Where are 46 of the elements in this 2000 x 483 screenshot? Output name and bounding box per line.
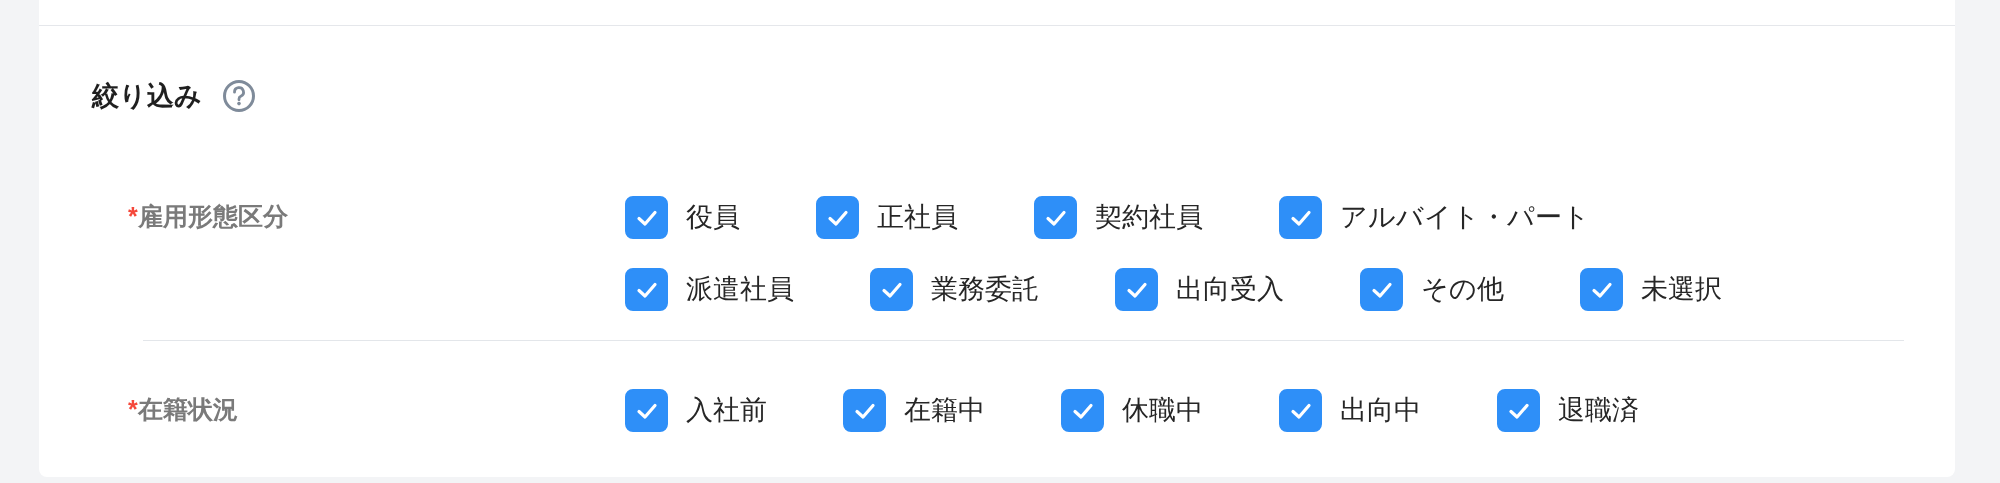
checkbox-option[interactable]: 在籍中 <box>843 389 985 432</box>
checkbox[interactable] <box>1279 196 1322 239</box>
checkbox[interactable] <box>816 196 859 239</box>
checkbox[interactable] <box>1279 389 1322 432</box>
checkbox[interactable] <box>625 196 668 239</box>
checkbox-option[interactable]: 派遣社員 <box>625 268 794 311</box>
option-label: 在籍中 <box>904 394 985 427</box>
option-label: その他 <box>1421 273 1504 306</box>
section-title: 絞り込み <box>92 80 202 113</box>
checkbox[interactable] <box>1061 389 1104 432</box>
checkbox[interactable] <box>1580 268 1623 311</box>
option-label: 契約社員 <box>1095 201 1203 234</box>
checkbox-option[interactable]: 契約社員 <box>1034 196 1203 239</box>
checkbox-option[interactable]: アルバイト・パート <box>1279 196 1590 239</box>
option-label: 役員 <box>686 201 740 234</box>
checkbox-option[interactable]: 出向中 <box>1279 389 1421 432</box>
checkbox[interactable] <box>870 268 913 311</box>
field-label: *在籍状況 <box>128 394 239 425</box>
option-label: アルバイト・パート <box>1340 201 1590 234</box>
option-label: 退職済 <box>1558 394 1639 427</box>
checkbox-option[interactable]: 業務委託 <box>870 268 1039 311</box>
checkbox-option[interactable]: 役員 <box>625 196 740 239</box>
checkbox[interactable] <box>843 389 886 432</box>
checkbox-option[interactable]: 休職中 <box>1061 389 1203 432</box>
option-label: 業務委託 <box>931 273 1039 306</box>
option-label: 派遣社員 <box>686 273 794 306</box>
checkbox-option[interactable]: 出向受入 <box>1115 268 1284 311</box>
checkbox-option[interactable]: その他 <box>1360 268 1504 311</box>
checkbox[interactable] <box>1360 268 1403 311</box>
checkbox[interactable] <box>625 268 668 311</box>
option-label: 出向中 <box>1340 394 1421 427</box>
option-label: 正社員 <box>877 201 958 234</box>
checkbox[interactable] <box>1497 389 1540 432</box>
option-label: 出向受入 <box>1176 273 1284 306</box>
checkbox-option[interactable]: 入社前 <box>625 389 767 432</box>
checkbox[interactable] <box>1034 196 1077 239</box>
checkbox-option[interactable]: 未選択 <box>1580 268 1722 311</box>
checkbox[interactable] <box>1115 268 1158 311</box>
field-label: *雇用形態区分 <box>128 201 289 232</box>
help-icon[interactable] <box>222 79 256 113</box>
option-label: 休職中 <box>1122 394 1203 427</box>
checkbox-option[interactable]: 退職済 <box>1497 389 1639 432</box>
checkbox-option[interactable]: 正社員 <box>816 196 958 239</box>
option-label: 入社前 <box>686 394 767 427</box>
option-label: 未選択 <box>1641 273 1722 306</box>
checkbox[interactable] <box>625 389 668 432</box>
